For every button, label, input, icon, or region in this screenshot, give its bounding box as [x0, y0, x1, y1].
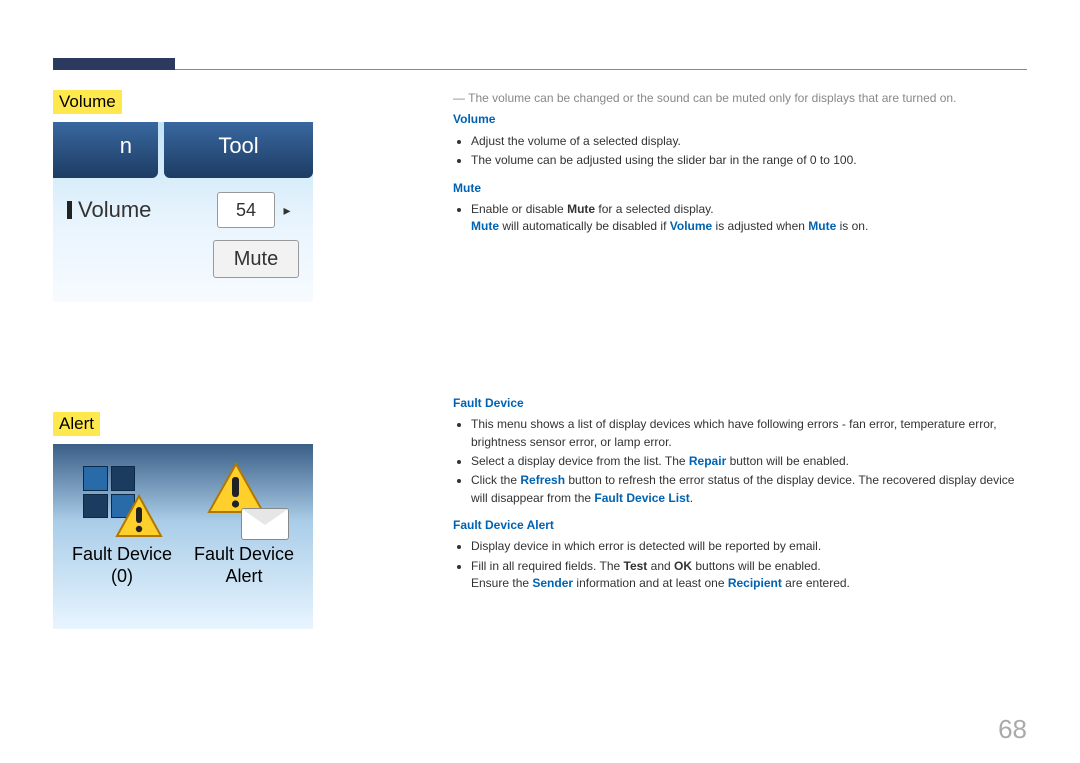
- fault-device-alert-bullets: Display device in which error is detecte…: [453, 538, 1027, 592]
- tab-row: n Tool: [53, 122, 313, 178]
- fault-device-bullet-3: Click the Refresh button to refresh the …: [471, 472, 1027, 507]
- text: Ensure the: [471, 576, 532, 590]
- tab-clipped-left[interactable]: n: [53, 122, 158, 178]
- keyword-sender: Sender: [532, 576, 573, 590]
- text: buttons will be enabled.: [692, 559, 821, 573]
- volume-bullet-1: Adjust the volume of a selected display.: [471, 133, 1027, 150]
- keyword-refresh: Refresh: [520, 473, 565, 487]
- alert-screenshot: Fault Device (0) Fault Device Alert: [53, 444, 313, 629]
- keyword-fault-device-list: Fault Device List: [594, 491, 689, 505]
- subhead-mute: Mute: [453, 180, 1027, 197]
- keyword-mute: Mute: [808, 219, 836, 233]
- tab-tool[interactable]: Tool: [164, 122, 313, 178]
- spacer: [453, 246, 1027, 391]
- volume-row: Volume 54 ▸: [67, 192, 299, 228]
- volume-label-text: Volume: [78, 197, 151, 223]
- text: information and at least one: [573, 576, 728, 590]
- alert-icon-row: Fault Device (0) Fault Device Alert: [53, 444, 313, 587]
- mute-bullet-1: Enable or disable Mute for a selected di…: [471, 201, 1027, 236]
- text: button will be enabled.: [726, 454, 849, 468]
- fault-device-alert-icon: [205, 462, 283, 536]
- keyword-volume: Volume: [670, 219, 712, 233]
- keyword-repair: Repair: [689, 454, 726, 468]
- keyword-ok: OK: [674, 559, 692, 573]
- warning-icon: [207, 462, 265, 514]
- fault-device-item[interactable]: Fault Device (0): [67, 462, 177, 587]
- keyword-mute: Mute: [471, 219, 499, 233]
- note-dash: ―: [453, 91, 468, 105]
- fault-device-label: Fault Device (0): [67, 544, 177, 587]
- fault-device-alert-item[interactable]: Fault Device Alert: [189, 462, 299, 587]
- warning-icon: [115, 494, 163, 538]
- subhead-fault-device: Fault Device: [453, 395, 1027, 412]
- fault-device-bullet-2: Select a display device from the list. T…: [471, 453, 1027, 470]
- tab-left-label: n: [120, 133, 132, 159]
- text: Click the: [471, 473, 520, 487]
- page-number: 68: [998, 714, 1027, 745]
- page-content: Volume n Tool Volume 54 ▸ Mute: [53, 90, 1027, 763]
- left-column: Volume n Tool Volume 54 ▸ Mute: [53, 90, 353, 763]
- fault-alert-bullet-2: Fill in all required fields. The Test an…: [471, 558, 1027, 593]
- volume-value-field[interactable]: 54: [217, 192, 275, 228]
- text: Select a display device from the list. T…: [471, 454, 689, 468]
- volume-panel-body: Volume 54 ▸ Mute: [53, 178, 313, 278]
- alert-text-block: Fault Device This menu shows a list of d…: [453, 395, 1027, 593]
- mute-bullets: Enable or disable Mute for a selected di…: [453, 201, 1027, 236]
- volume-screenshot: n Tool Volume 54 ▸ Mute: [53, 122, 313, 302]
- text: Enable or disable: [471, 202, 567, 216]
- volume-text-block: ― The volume can be changed or the sound…: [453, 90, 1027, 236]
- text: for a selected display.: [595, 202, 714, 216]
- volume-bullets: Adjust the volume of a selected display.…: [453, 133, 1027, 170]
- header-accent-bar: [53, 58, 175, 70]
- volume-note: The volume can be changed or the sound c…: [468, 91, 956, 105]
- text: Fill in all required fields. The: [471, 559, 624, 573]
- text: will automatically be disabled if: [499, 219, 670, 233]
- right-column: ― The volume can be changed or the sound…: [353, 90, 1027, 763]
- fault-device-bullets: This menu shows a list of display device…: [453, 416, 1027, 507]
- subhead-volume: Volume: [453, 111, 1027, 128]
- speaker-icon: [67, 201, 72, 219]
- text: .: [690, 491, 693, 505]
- tab-tool-label: Tool: [218, 133, 258, 159]
- volume-label: Volume: [67, 197, 151, 223]
- fault-device-icon: [83, 462, 161, 536]
- envelope-icon: [241, 508, 289, 540]
- keyword-test: Test: [624, 559, 648, 573]
- mute-button[interactable]: Mute: [213, 240, 299, 278]
- subhead-fault-device-alert: Fault Device Alert: [453, 517, 1027, 534]
- heading-alert: Alert: [53, 412, 100, 436]
- text: and: [647, 559, 674, 573]
- text: is on.: [836, 219, 868, 233]
- text: are entered.: [782, 576, 850, 590]
- fault-alert-bullet-1: Display device in which error is detecte…: [471, 538, 1027, 555]
- fault-device-alert-label: Fault Device Alert: [189, 544, 299, 587]
- text: is adjusted when: [712, 219, 808, 233]
- header-divider: [175, 69, 1027, 70]
- fault-device-bullet-1: This menu shows a list of display device…: [471, 416, 1027, 451]
- heading-volume: Volume: [53, 90, 122, 114]
- volume-stepper-up[interactable]: ▸: [275, 202, 299, 219]
- keyword-mute: Mute: [567, 202, 595, 216]
- volume-bullet-2: The volume can be adjusted using the sli…: [471, 152, 1027, 169]
- keyword-recipient: Recipient: [728, 576, 782, 590]
